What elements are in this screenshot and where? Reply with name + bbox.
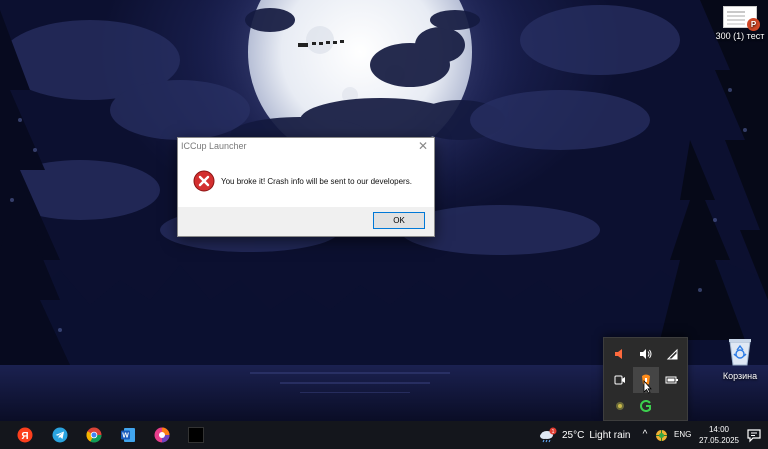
dialog-footer: OK <box>178 207 434 236</box>
weather-alert-count: 1 <box>552 429 555 435</box>
battery-icon[interactable] <box>659 367 685 393</box>
volume-off-icon[interactable] <box>607 341 633 367</box>
green-app-icon[interactable] <box>633 393 659 419</box>
system-clock[interactable]: 14:00 27.05.2025 <box>694 424 744 446</box>
recycle-bin[interactable]: Корзина <box>705 336 768 381</box>
dialog-title: ICCup Launcher <box>181 141 247 151</box>
desktop-file-icon[interactable]: P 300 (1) тест <box>705 6 768 41</box>
powerpoint-file-thumbnail: P <box>723 6 760 31</box>
yandex-letter: Я <box>21 431 28 442</box>
weather-description: Light rain <box>589 429 631 441</box>
clock-date: 27.05.2025 <box>698 436 740 445</box>
error-message: You broke it! Crash info will be sent to… <box>221 177 412 186</box>
black-app-icon[interactable] <box>185 425 207 445</box>
clock-time: 14:00 <box>708 425 730 434</box>
recycle-bin-label: Корзина <box>722 371 758 381</box>
tray-overflow-flyout <box>603 337 688 421</box>
notification-icon[interactable] <box>745 426 763 444</box>
colorful-app-icon[interactable] <box>151 425 173 445</box>
error-dialog: ICCup Launcher ✕ You broke it! Crash inf… <box>177 137 435 237</box>
word-letter: W <box>122 433 129 440</box>
ok-button[interactable]: OK <box>373 212 425 229</box>
dialog-body: You broke it! Crash info will be sent to… <box>178 155 434 208</box>
mouse-cursor-icon <box>643 380 652 394</box>
yandex-icon[interactable]: Я <box>14 425 36 445</box>
language-indicator[interactable]: ENG <box>674 430 691 439</box>
wifi-icon[interactable] <box>659 341 685 367</box>
telegram-icon[interactable] <box>49 425 71 445</box>
weather-widget[interactable]: 1 25°C Light rain <box>539 421 630 449</box>
powerpoint-badge-icon: P <box>747 18 760 31</box>
speaker-icon[interactable] <box>633 341 659 367</box>
chevron-up-icon[interactable]: ^ <box>638 428 652 442</box>
recycle-bin-icon <box>729 339 751 366</box>
close-icon[interactable]: ✕ <box>416 139 430 153</box>
rain-cloud-icon: 1 <box>540 427 557 443</box>
camera-icon[interactable] <box>607 367 633 393</box>
weather-temperature: 25°C <box>562 429 585 441</box>
chrome-icon[interactable] <box>83 425 105 445</box>
error-icon <box>193 170 215 192</box>
taskbar: Я W 1 25°C Light rain ^ ENG 14:00 27.05.… <box>0 421 768 449</box>
cpu-icon[interactable] <box>607 393 633 419</box>
desktop-file-label: 300 (1) тест <box>715 31 765 41</box>
word-icon[interactable]: W <box>117 425 139 445</box>
dialog-titlebar[interactable]: ICCup Launcher ✕ <box>178 138 434 155</box>
network-globe-icon[interactable] <box>655 429 668 442</box>
